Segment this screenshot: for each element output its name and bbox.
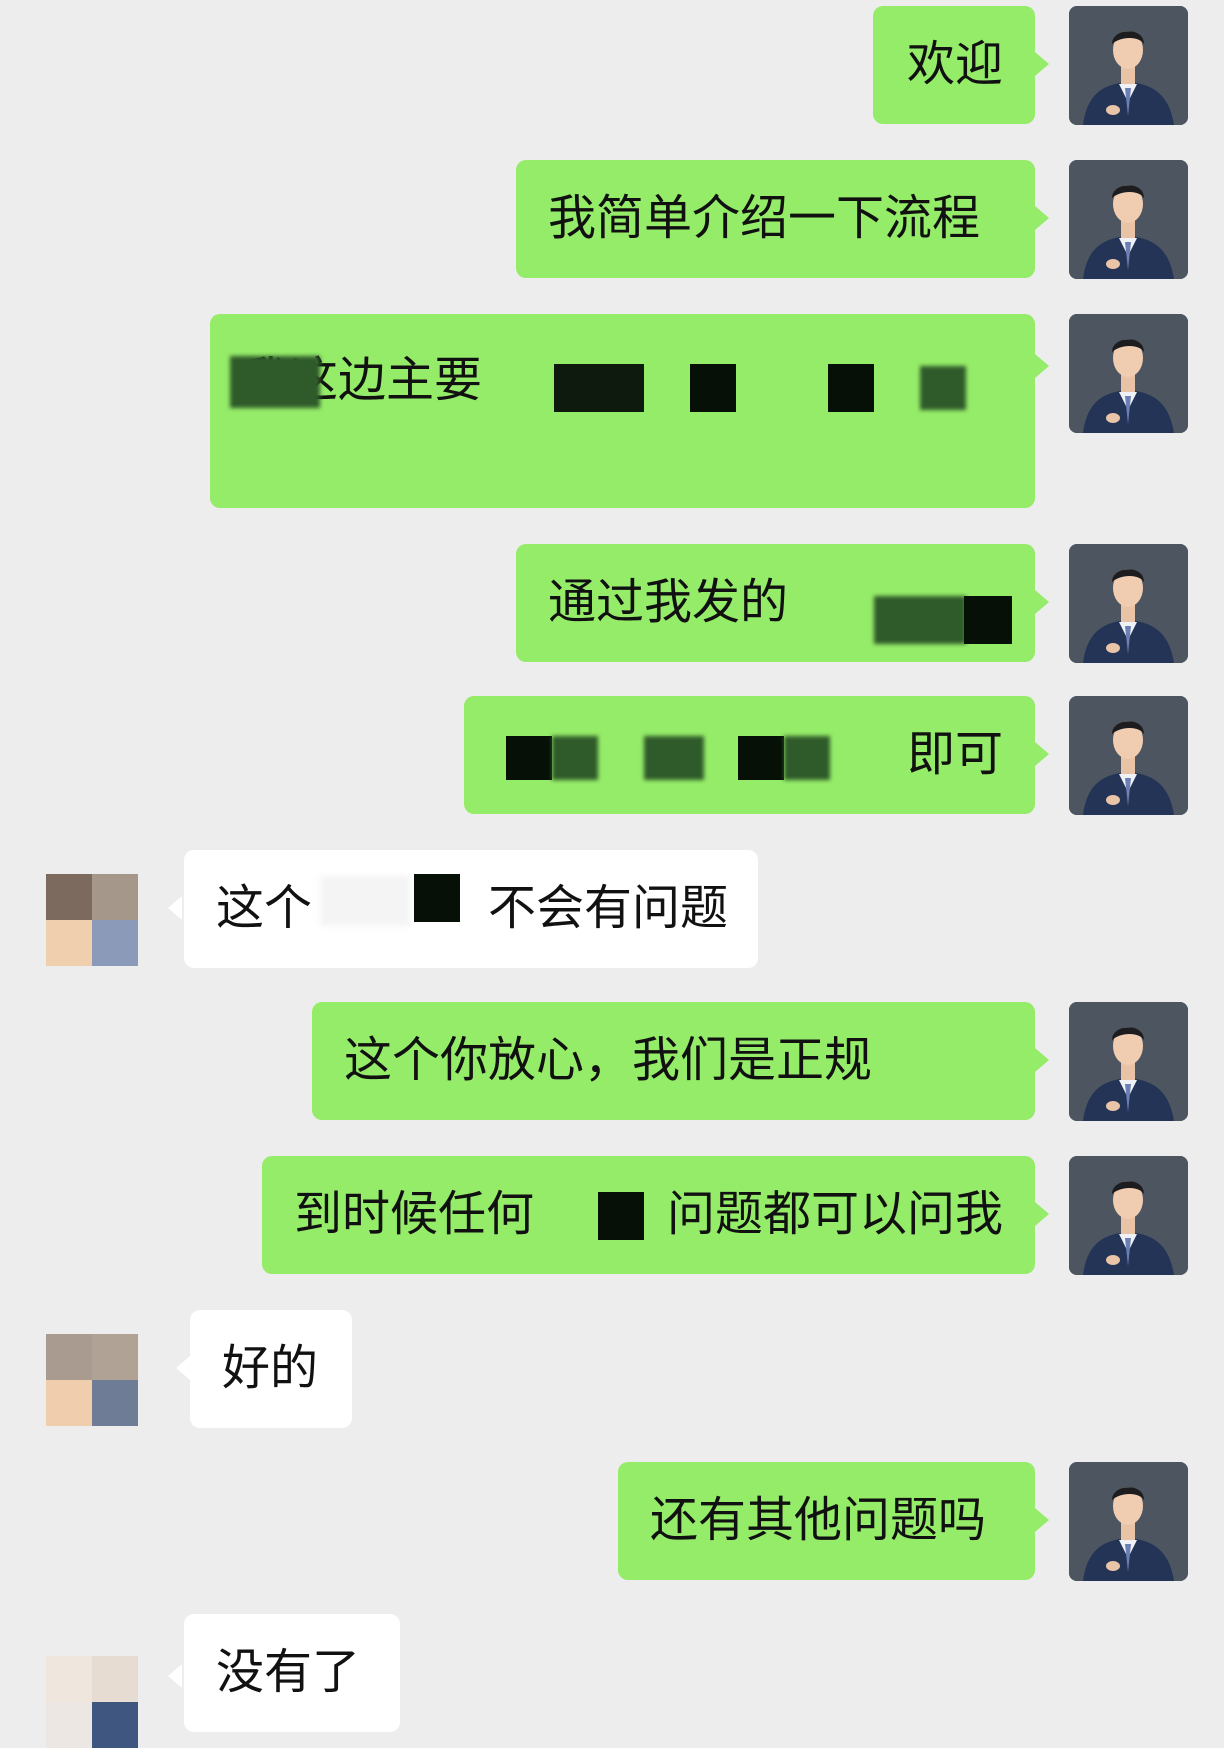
- message-bubble-outgoing[interactable]: 到时候任何 问题都可以问我: [262, 1156, 1035, 1274]
- redaction-block: [230, 356, 320, 408]
- message-bubble-incoming[interactable]: 好的: [190, 1310, 352, 1428]
- agent-avatar-icon[interactable]: [1069, 1002, 1188, 1121]
- message-bubble-outgoing[interactable]: 这个你放心，我们是正规: [312, 1002, 1035, 1120]
- message-text: 好的: [222, 1340, 319, 1396]
- message-text: 没有了: [216, 1644, 361, 1700]
- agent-avatar-icon[interactable]: [1069, 1156, 1188, 1275]
- message-text: 不会有问题: [487, 880, 728, 936]
- redaction-block: [964, 596, 1012, 644]
- redaction-block: [738, 736, 784, 780]
- redaction-block: [506, 736, 552, 780]
- message-bubble-outgoing[interactable]: 还有其他问题吗: [618, 1462, 1035, 1580]
- message-text: 即可: [906, 726, 1003, 782]
- redaction-block: [320, 876, 410, 926]
- message-text: 欢迎: [906, 36, 1003, 92]
- message-text: 问题都可以问我: [666, 1186, 1003, 1242]
- message-bubble-outgoing[interactable]: 欢迎: [873, 6, 1035, 124]
- message-text: 这个: [216, 880, 313, 936]
- message-text: 通过我发的: [548, 574, 789, 630]
- message-text: 这个你放心，我们是正规: [344, 1032, 873, 1088]
- agent-avatar-icon[interactable]: [1069, 160, 1188, 279]
- redaction-block: [598, 1192, 644, 1240]
- agent-avatar-icon[interactable]: [1069, 1462, 1188, 1581]
- redaction-block: [644, 736, 704, 780]
- message-bubble-incoming[interactable]: 这个 不会有问题: [184, 850, 758, 968]
- user-avatar-icon[interactable]: [46, 1334, 138, 1426]
- message-bubble-outgoing[interactable]: 我简单介绍一下流程: [516, 160, 1035, 278]
- chat-message-list: 欢迎 我简单介绍一下流程 我这边主要 通过我发的 即可 这个 不会有问题 这个你…: [0, 0, 1224, 1748]
- redaction-block: [920, 366, 966, 410]
- agent-avatar-icon[interactable]: [1069, 696, 1188, 815]
- redaction-block: [784, 736, 830, 780]
- redaction-block: [828, 364, 874, 412]
- redaction-block: [552, 736, 598, 780]
- agent-avatar-icon[interactable]: [1069, 6, 1188, 125]
- message-text: 我简单介绍一下流程: [548, 190, 981, 246]
- agent-avatar-icon[interactable]: [1069, 544, 1188, 663]
- redaction-block: [414, 874, 460, 922]
- message-text: 还有其他问题吗: [650, 1492, 987, 1548]
- message-text: 到时候任何: [294, 1186, 535, 1242]
- agent-avatar-icon[interactable]: [1069, 314, 1188, 433]
- redaction-block: [554, 364, 644, 412]
- redaction-block: [690, 364, 736, 412]
- user-avatar-icon[interactable]: [46, 1656, 138, 1748]
- user-avatar-icon[interactable]: [46, 874, 138, 966]
- redaction-block: [874, 596, 966, 644]
- message-bubble-incoming[interactable]: 没有了: [184, 1614, 400, 1732]
